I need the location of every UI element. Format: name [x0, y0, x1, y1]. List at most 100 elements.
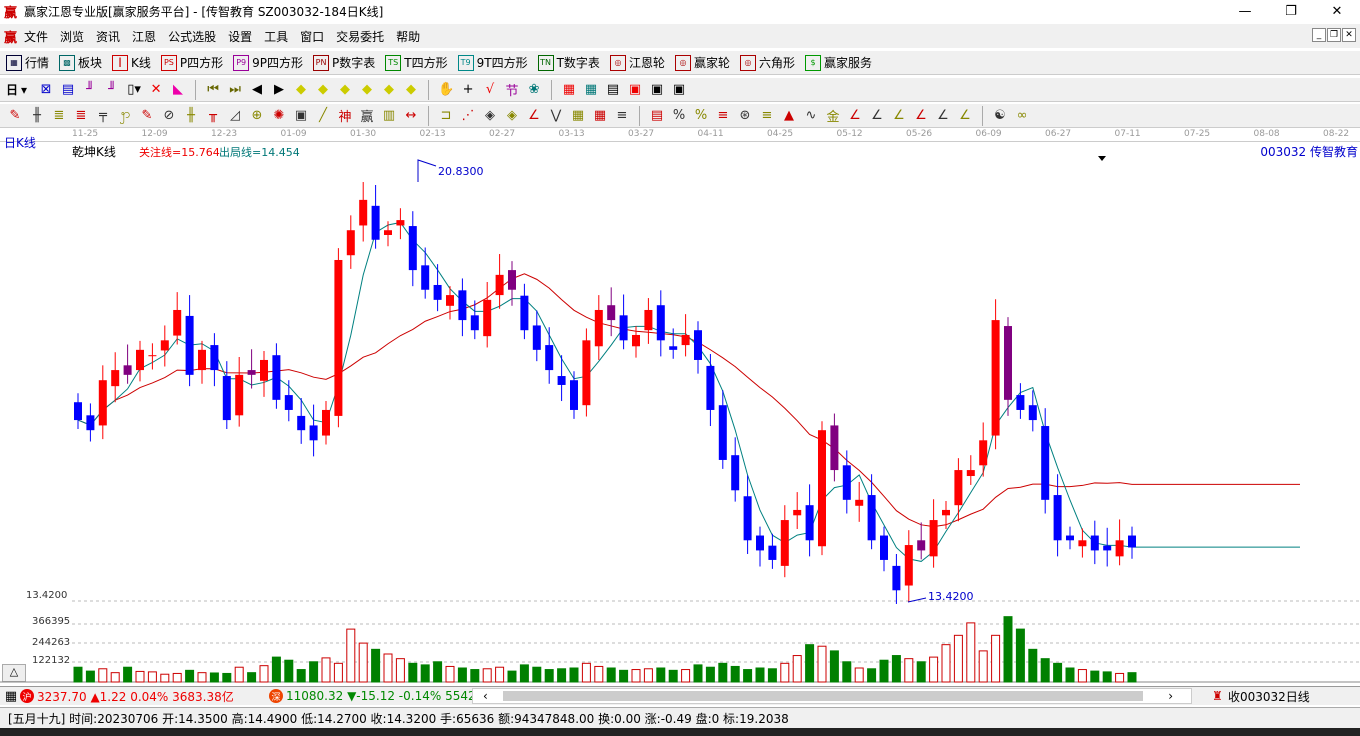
list-icon[interactable]: ▤ — [604, 81, 622, 99]
fib-tool-icon[interactable]: ╤ — [94, 107, 112, 125]
gold3-tool-icon[interactable]: ≡ — [758, 107, 776, 125]
right-icon[interactable]: ▶ — [270, 81, 288, 99]
minimize-button[interactable]: — — [1222, 0, 1268, 23]
toolbar-p9-button[interactable]: P9 9P四方形 — [233, 54, 303, 71]
pct2-tool-icon[interactable]: % — [692, 107, 710, 125]
lines7-tool-icon[interactable]: ∠ — [956, 107, 974, 125]
scroll-left-button[interactable]: ‹ — [483, 689, 488, 703]
menu-item-0[interactable]: 文件 — [18, 28, 54, 45]
gold1-tool-icon[interactable]: ≣ — [50, 107, 68, 125]
zoom-left-icon[interactable]: ◆ — [292, 81, 310, 99]
n2-tool-icon[interactable]: ╥ — [204, 107, 222, 125]
mdi-restore-button[interactable]: ❐ — [1327, 28, 1341, 42]
circle-tool-icon[interactable]: ⊘ — [160, 107, 178, 125]
parallel-tool-icon[interactable]: ≡ — [613, 107, 631, 125]
toolbar-blocks-button[interactable]: ▩ 板块 — [59, 54, 102, 71]
pen-tool-icon[interactable]: ✎ — [6, 107, 24, 125]
calculator-icon[interactable]: ▦ — [582, 81, 600, 99]
gann-icon[interactable]: ✕ — [147, 81, 165, 99]
toolbar-t9-button[interactable]: T9 9T四方形 — [457, 54, 528, 71]
toolbar-tn-button[interactable]: TN T数字表 — [537, 54, 600, 71]
quote-table-icon[interactable]: ▦ — [2, 687, 20, 705]
lines6-tool-icon[interactable]: ∠ — [934, 107, 952, 125]
grid-tool-icon[interactable]: ╫ — [28, 107, 46, 125]
square-tool-icon[interactable]: ▣ — [292, 107, 310, 125]
close-button[interactable]: ✕ — [1314, 0, 1360, 23]
fan-tool-icon[interactable]: ⋰ — [459, 107, 477, 125]
arrow-tool-icon[interactable]: ▲ — [780, 107, 798, 125]
toolbar-dollar-button[interactable]: $ 赢家服务 — [804, 54, 872, 71]
toolbar-kline-button[interactable]: ┃ K线 — [112, 54, 151, 71]
compress-icon[interactable]: ◆ — [380, 81, 398, 99]
calendar-icon[interactable]: ▦ — [560, 81, 578, 99]
print-icon[interactable]: ▣ — [648, 81, 666, 99]
radar-tool-icon[interactable]: ✺ — [270, 107, 288, 125]
spiral-tool-icon[interactable]: ꩭ — [116, 107, 134, 125]
mdi-minimize-button[interactable]: _ — [1312, 28, 1326, 42]
yinyang-tool-icon[interactable]: ☯ — [991, 107, 1009, 125]
pct1-tool-icon[interactable]: % — [670, 107, 688, 125]
restore-button[interactable]: ❐ — [1268, 0, 1314, 23]
lines2-tool-icon[interactable]: ∠ — [846, 107, 864, 125]
ying-tool-icon[interactable]: 赢 — [358, 107, 376, 125]
menu-item-6[interactable]: 工具 — [258, 28, 294, 45]
fan3-tool-icon[interactable]: ◈ — [503, 107, 521, 125]
last-icon[interactable]: ⏭ — [226, 81, 244, 99]
notes-icon[interactable]: ▤ — [59, 81, 77, 99]
indicator3-icon[interactable]: ╜ — [81, 81, 99, 99]
toolbar-hexagon-button[interactable]: ◎ 六角形 — [739, 54, 795, 71]
grid2-tool-icon[interactable]: ▦ — [569, 107, 587, 125]
bar-tool-icon[interactable]: ▤ — [648, 107, 666, 125]
comb-tool-icon[interactable]: ▥ — [380, 107, 398, 125]
toolbar-table-button[interactable]: ▦ 行情 — [6, 54, 49, 71]
point-icon[interactable]: √ — [481, 81, 499, 99]
gold2-tool-icon[interactable]: ≣ — [72, 107, 90, 125]
festival-icon[interactable]: 节 — [503, 81, 521, 99]
cycle-icon[interactable]: ❀ — [525, 81, 543, 99]
coin-tool-icon[interactable]: ⊛ — [736, 107, 754, 125]
chart-type-icon[interactable]: ⊠ — [37, 81, 55, 99]
candle-icon[interactable]: ▯▾ — [125, 81, 143, 99]
scroll-right-button[interactable]: › — [1168, 689, 1173, 703]
lines4-tool-icon[interactable]: ∠ — [890, 107, 908, 125]
shrink-icon[interactable]: ◆ — [358, 81, 376, 99]
fit-icon[interactable]: ◆ — [402, 81, 420, 99]
fan2-tool-icon[interactable]: ◈ — [481, 107, 499, 125]
toolbar-ps-button[interactable]: PS P四方形 — [160, 54, 223, 71]
menu-item-8[interactable]: 交易委托 — [330, 28, 390, 45]
menu-item-7[interactable]: 窗口 — [294, 28, 330, 45]
box-tool-icon[interactable]: ⊐ — [437, 107, 455, 125]
toolbar-ts-button[interactable]: TS T四方形 — [385, 54, 448, 71]
horizontal-scrollbar[interactable]: ‹ › — [472, 688, 1192, 704]
period-select[interactable]: 日 ▾ — [6, 81, 27, 98]
zigzag-tool-icon[interactable]: ⋁ — [547, 107, 565, 125]
scroll-thumb[interactable] — [503, 691, 1143, 701]
brush-tool-icon[interactable]: ✎ — [138, 107, 156, 125]
left-icon[interactable]: ◀ — [248, 81, 266, 99]
mdi-close-button[interactable]: ✕ — [1342, 28, 1356, 42]
toolbar-gann-wheel-button[interactable]: ◎ 江恩轮 — [609, 54, 665, 71]
first-icon[interactable]: ⏮ — [204, 81, 222, 99]
lines3-tool-icon[interactable]: ∠ — [868, 107, 886, 125]
hand-icon[interactable]: ✋ — [437, 81, 455, 99]
color-chart-icon[interactable]: ◣ — [169, 81, 187, 99]
menu-item-2[interactable]: 资讯 — [90, 28, 126, 45]
gold4-tool-icon[interactable]: 金 — [824, 107, 842, 125]
toolbar-pn-button[interactable]: PN P数字表 — [313, 54, 375, 71]
lines-tool-icon[interactable]: ╱ — [314, 107, 332, 125]
pct3-tool-icon[interactable]: ≡ — [714, 107, 732, 125]
indicator9-icon[interactable]: ╜ — [103, 81, 121, 99]
menu-item-4[interactable]: 公式选股 — [162, 28, 222, 45]
target-tool-icon[interactable]: ⊕ — [248, 107, 266, 125]
save-icon[interactable]: ▣ — [626, 81, 644, 99]
hash-tool-icon[interactable]: ╫ — [182, 107, 200, 125]
export-icon[interactable]: ▣ — [670, 81, 688, 99]
angle2-tool-icon[interactable]: ∠ — [525, 107, 543, 125]
measure-tool-icon[interactable]: ↔ — [402, 107, 420, 125]
grid3-tool-icon[interactable]: ▦ — [591, 107, 609, 125]
crosshair-icon[interactable]: + — [459, 81, 477, 99]
menu-item-9[interactable]: 帮助 — [390, 28, 426, 45]
shen-tool-icon[interactable]: 神 — [336, 107, 354, 125]
kline-chart[interactable]: 乾坤K线 关注线=15.764 出局线=14.454 003032 传智教育 1… — [0, 142, 1360, 684]
angle-tool-icon[interactable]: ◿ — [226, 107, 244, 125]
